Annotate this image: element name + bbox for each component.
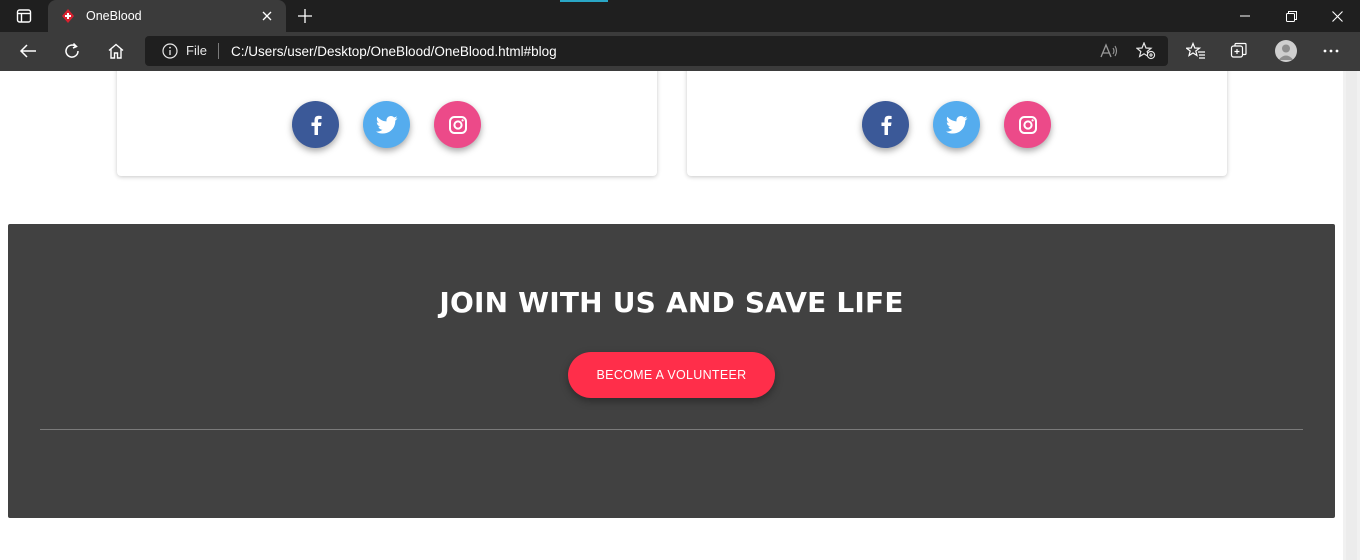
collections-icon[interactable] — [1225, 37, 1255, 65]
loading-indicator — [560, 0, 608, 2]
minimize-icon[interactable] — [1222, 0, 1268, 32]
close-window-icon[interactable] — [1314, 0, 1360, 32]
page-viewport: JOIN WITH US AND SAVE LIFE BECOME A VOLU… — [0, 71, 1343, 560]
cta-heading: JOIN WITH US AND SAVE LIFE — [439, 286, 904, 319]
instagram-link[interactable] — [1004, 101, 1051, 148]
team-card — [687, 71, 1227, 176]
facebook-icon — [881, 115, 892, 135]
tab-actions-icon[interactable] — [10, 7, 38, 25]
home-icon[interactable] — [101, 37, 131, 65]
become-volunteer-button[interactable]: BECOME A VOLUNTEER — [568, 352, 775, 398]
more-icon[interactable] — [1316, 37, 1346, 65]
close-tab-icon[interactable] — [258, 7, 276, 25]
browser-tab[interactable]: OneBlood — [48, 0, 286, 32]
scrollbar-thumb[interactable] — [1346, 71, 1357, 560]
divider — [40, 429, 1303, 430]
instagram-icon — [448, 115, 467, 134]
instagram-link[interactable] — [434, 101, 481, 148]
new-tab-icon[interactable] — [294, 6, 316, 26]
instagram-icon — [1018, 115, 1037, 134]
profile-icon[interactable] — [1271, 37, 1301, 65]
omnibox-separator — [218, 43, 219, 59]
twitter-icon — [945, 115, 967, 134]
refresh-icon[interactable] — [57, 37, 87, 65]
restore-icon[interactable] — [1268, 0, 1314, 32]
facebook-link[interactable] — [862, 101, 909, 148]
tab-title: OneBlood — [86, 9, 142, 23]
favicon-blood-drop-icon — [60, 8, 76, 24]
twitter-link[interactable] — [933, 101, 980, 148]
twitter-link[interactable] — [363, 101, 410, 148]
facebook-icon — [311, 115, 322, 135]
volunteer-cta-section: JOIN WITH US AND SAVE LIFE BECOME A VOLU… — [8, 224, 1335, 518]
omnibox[interactable]: File — [145, 36, 1168, 66]
scrollbar[interactable] — [1343, 71, 1360, 560]
address-input[interactable] — [231, 36, 1051, 66]
info-icon[interactable] — [162, 43, 178, 59]
read-aloud-icon[interactable] — [1098, 41, 1120, 61]
facebook-link[interactable] — [292, 101, 339, 148]
tab-bar: OneBlood — [0, 0, 1360, 32]
twitter-icon — [375, 115, 397, 134]
add-favorite-icon[interactable] — [1135, 41, 1157, 61]
address-toolbar: File — [0, 32, 1360, 71]
team-card — [117, 71, 657, 176]
site-scheme-label[interactable]: File — [186, 43, 207, 58]
back-icon[interactable] — [13, 37, 43, 65]
favorites-icon[interactable] — [1181, 37, 1211, 65]
